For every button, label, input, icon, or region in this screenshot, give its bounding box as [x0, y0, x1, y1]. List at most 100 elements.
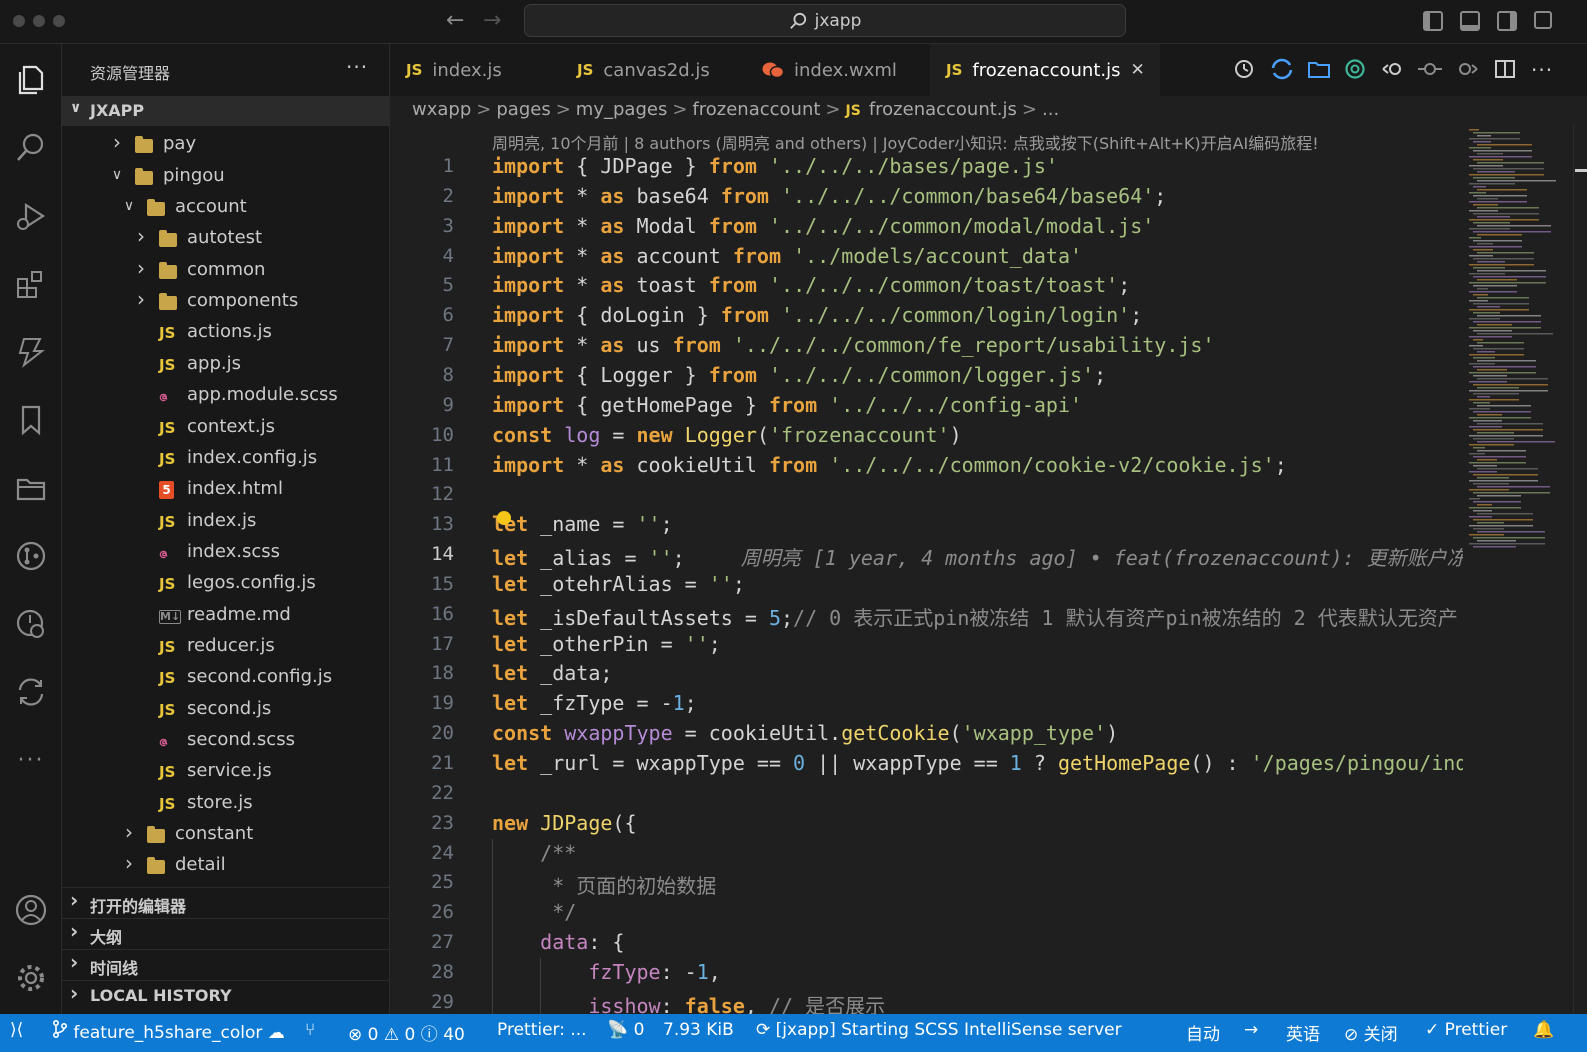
tree-folder[interactable]: › constant [62, 820, 389, 851]
git-history-icon[interactable] [9, 602, 53, 646]
tree-file[interactable]: JS reducer.js [62, 632, 389, 663]
tree-file[interactable]: ဇ index.scss [62, 538, 389, 569]
toggle-secondary-sidebar-icon[interactable] [1497, 11, 1517, 31]
breadcrumb-item[interactable]: my_pages [576, 99, 668, 120]
code-line[interactable]: let _alias = ''; 周明亮 [1 year, 4 months ag… [492, 542, 1463, 571]
back-arrow-icon[interactable]: ← [446, 8, 464, 33]
file-size-status[interactable]: 7.93 KiB [663, 1020, 734, 1040]
code-line[interactable]: import * as Modal from '../../../common/… [492, 214, 1154, 238]
notifications-bell-icon[interactable]: 🔔 [1533, 1020, 1554, 1040]
sidebar-section-header[interactable]: › 打开的编辑器 [62, 887, 389, 917]
bookmark-icon[interactable] [9, 398, 53, 442]
code-line[interactable]: fzType: -1, [492, 960, 720, 984]
git-graph-icon[interactable] [9, 534, 53, 578]
language-status[interactable]: 英语 [1286, 1020, 1320, 1045]
git-commit-icon[interactable] [1418, 58, 1442, 85]
tree-file[interactable]: JS second.js [62, 695, 389, 726]
customize-layout-icon[interactable] [1534, 11, 1552, 29]
split-editor-icon[interactable] [1494, 58, 1516, 85]
breadcrumb-item[interactable]: wxapp [412, 99, 471, 120]
breadcrumb-item[interactable]: ... [1042, 99, 1059, 120]
chevron-down-icon[interactable]: ∨ [122, 198, 136, 214]
sidebar-section-header[interactable]: › 时间线 [62, 949, 389, 979]
tree-file[interactable]: JS second.config.js [62, 663, 389, 694]
code-editor[interactable]: 1 import { JDPage } from '../../../bases/… [390, 125, 1463, 1014]
tab-index-wxml[interactable]: index.wxml [746, 44, 926, 96]
tab-frozenaccount-js[interactable]: JS frozenaccount.js ✕ [930, 44, 1160, 96]
run-debug-icon[interactable] [9, 194, 53, 238]
tree-folder[interactable]: › common [62, 256, 389, 287]
branch-status[interactable]: feature_h5share_color ☁ [52, 1019, 285, 1043]
chevron-right-icon[interactable]: › [134, 224, 148, 248]
forward-arrow-icon[interactable]: → [483, 8, 501, 33]
explorer-icon[interactable] [9, 58, 53, 102]
command-center-search[interactable]: jxapp [524, 4, 1126, 37]
tree-file[interactable]: JS store.js [62, 789, 389, 820]
minimize-window-button[interactable] [33, 15, 45, 27]
toggle-sidebar-icon[interactable] [1423, 11, 1443, 31]
code-line[interactable]: new JDPage({ [492, 811, 637, 835]
tree-folder[interactable]: ∨ account [62, 193, 389, 224]
account-icon[interactable] [9, 888, 53, 932]
problems-status[interactable]: ⊗ 0 ⚠ 0 ⓘ 40 [348, 1020, 465, 1045]
more-views-icon[interactable]: ··· [9, 738, 53, 782]
code-line[interactable]: const wxappType = cookieUtil.getCookie('… [492, 721, 1118, 745]
code-line[interactable]: let _rurl = wxappType == 0 || wxappType … [492, 751, 1463, 775]
close-window-button[interactable] [13, 15, 25, 27]
prettier-short-status[interactable]: Prettier: ... [497, 1020, 587, 1040]
tree-folder[interactable]: › components [62, 287, 389, 318]
folder-icon[interactable] [9, 466, 53, 510]
code-line[interactable]: let _fzType = -1; [492, 691, 697, 715]
ai-sync-icon[interactable] [1270, 58, 1294, 85]
code-line[interactable]: import { getHomePage } from '../../../co… [492, 393, 1082, 417]
code-line[interactable]: import { doLogin } from '../../../common… [492, 303, 1142, 327]
settings-gear-icon[interactable] [9, 956, 53, 1000]
code-line[interactable]: import * as account from '../models/acco… [492, 244, 1082, 268]
code-line[interactable]: let _otherPin = ''; [492, 632, 721, 656]
code-line[interactable]: let _data; [492, 661, 612, 685]
tree-file[interactable]: JS index.js [62, 507, 389, 538]
tree-file[interactable]: ဇ app.module.scss [62, 381, 389, 412]
chevron-right-icon[interactable]: › [122, 820, 136, 844]
joycoder-icon[interactable] [9, 330, 53, 374]
code-line[interactable]: const log = new Logger('frozenaccount') [492, 423, 962, 447]
code-line[interactable]: import * as us from '../../../common/fe_… [492, 333, 1215, 357]
remote-sync-icon[interactable] [9, 670, 53, 714]
prettier-status[interactable]: ✓ Prettier [1425, 1020, 1507, 1040]
code-line[interactable]: isshow: false, // 是否展示 [492, 990, 885, 1014]
auto-status[interactable]: 自动 [1186, 1020, 1220, 1045]
editor-more-actions-icon[interactable]: ··· [1531, 58, 1553, 82]
tree-file[interactable]: JS context.js [62, 413, 389, 444]
code-line[interactable]: import * as toast from '../../../common/… [492, 273, 1130, 297]
chevron-down-icon[interactable]: ∨ [110, 167, 124, 183]
maximize-window-button[interactable] [53, 15, 65, 27]
timeline-history-icon[interactable] [1233, 58, 1255, 85]
tree-file[interactable]: JS index.config.js [62, 444, 389, 475]
toggle-panel-icon[interactable] [1460, 11, 1480, 31]
sidebar-section-header[interactable]: › 大纲 [62, 918, 389, 948]
tree-file[interactable]: M↓ readme.md [62, 601, 389, 632]
tab-index-js[interactable]: JS index.js [390, 44, 560, 96]
arrow-right-icon[interactable]: → [1244, 1020, 1258, 1040]
task-status[interactable]: ⟳ [jxapp] Starting SCSS IntelliSense ser… [756, 1020, 1122, 1040]
search-icon[interactable] [9, 126, 53, 170]
chevron-right-icon[interactable]: › [134, 256, 148, 280]
breadcrumb-item[interactable]: frozenaccount.js [869, 99, 1017, 120]
sidebar-more-actions-icon[interactable]: ··· [346, 55, 368, 79]
vertical-scrollbar[interactable] [1573, 125, 1587, 1014]
lightbulb-icon[interactable] [497, 511, 511, 525]
tree-folder[interactable]: ∨ pingou [62, 162, 389, 193]
tree-file[interactable]: 5 index.html [62, 475, 389, 506]
tree-file[interactable]: JS app.js [62, 350, 389, 381]
code-line[interactable]: import * as base64 from '../../../common… [492, 184, 1166, 208]
code-line[interactable]: import { JDPage } from '../../../bases/p… [492, 154, 1058, 178]
code-line[interactable]: /** [492, 841, 576, 865]
tab-close-icon[interactable]: ✕ [1131, 60, 1145, 80]
tree-folder[interactable]: › pay [62, 130, 389, 161]
tree-folder[interactable]: › autotest [62, 224, 389, 255]
tree-file[interactable]: JS service.js [62, 757, 389, 788]
remote-icon[interactable]: ⟩⟨ [10, 1020, 23, 1040]
minimap[interactable] [1463, 125, 1573, 1014]
tree-folder[interactable]: › detail [62, 851, 389, 882]
go-back-change-icon[interactable] [1381, 58, 1405, 85]
